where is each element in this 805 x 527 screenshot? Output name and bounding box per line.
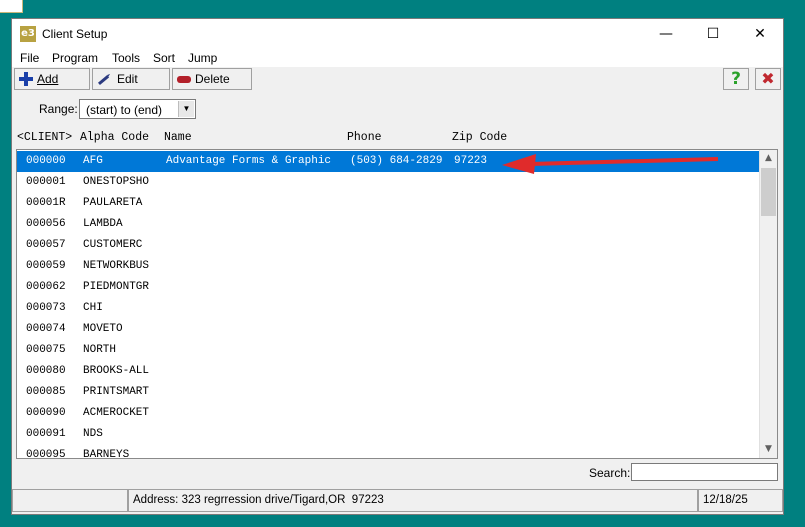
menu-sort[interactable]: Sort — [153, 51, 175, 65]
table-row[interactable]: 000057 CUSTOMERC — [17, 235, 762, 256]
maximize-button[interactable]: ☐ — [690, 19, 736, 49]
row-client: 000080 — [26, 365, 66, 377]
table-row[interactable]: 000059 NETWORKBUS — [17, 256, 762, 277]
desktop-window-corner — [0, 0, 23, 13]
row-zip-code: 97223 — [454, 155, 488, 167]
menu-jump[interactable]: Jump — [188, 51, 217, 65]
plus-icon — [19, 72, 33, 86]
add-button-label: Add — [37, 72, 59, 86]
menu-file[interactable]: File — [20, 51, 39, 65]
status-address: Address: 323 regrression drive/Tigard,OR… — [128, 489, 698, 512]
table-row[interactable]: 000062 PIEDMONTGR — [17, 277, 762, 298]
row-client: 000056 — [26, 218, 66, 230]
row-client: 000000 — [26, 155, 66, 167]
table-row[interactable]: 000080 BROOKS-ALL — [17, 361, 762, 382]
table-row[interactable]: 000001 ONESTOPSHO — [17, 172, 762, 193]
row-client: 000062 — [26, 281, 66, 293]
table-row[interactable]: 000073 CHI — [17, 298, 762, 319]
row-client: 000091 — [26, 428, 66, 440]
column-header-client[interactable]: <CLIENT> — [17, 131, 72, 144]
column-header-phone[interactable]: Phone — [347, 131, 382, 144]
delete-button-label: Delete — [195, 72, 230, 86]
range-value: (start) to (end) — [86, 103, 163, 117]
pencil-icon — [94, 69, 114, 89]
table-row[interactable]: 000075 NORTH — [17, 340, 762, 361]
title-bar[interactable]: e3 Client Setup — ☐ ✕ — [12, 19, 783, 49]
row-client: 000059 — [26, 260, 66, 272]
help-button[interactable]: ? — [723, 68, 749, 90]
table-row[interactable]: 000056 LAMBDA — [17, 214, 762, 235]
column-header-alpha-code[interactable]: Alpha Code — [80, 131, 149, 144]
delete-button[interactable]: Delete — [172, 68, 252, 90]
row-client: 000090 — [26, 407, 66, 419]
minimize-button[interactable]: — — [643, 19, 689, 49]
menu-tools[interactable]: Tools — [112, 51, 140, 65]
row-alpha-code: PIEDMONTGR — [83, 281, 150, 293]
row-alpha-code: BROOKS-ALL — [83, 365, 150, 377]
row-alpha-code: BARNEYS — [83, 449, 130, 459]
table-row[interactable]: 000090 ACMEROCKET — [17, 403, 762, 424]
row-phone: (503) 684-2829 — [350, 155, 443, 167]
table-row[interactable]: 000085 PRINTSMART — [17, 382, 762, 403]
search-label: Search: — [589, 466, 631, 480]
eraser-icon — [177, 72, 191, 86]
row-alpha-code: LAMBDA — [83, 218, 123, 230]
row-alpha-code: NETWORKBUS — [83, 260, 150, 272]
menu-bar: File Program Tools Sort Jump — [12, 49, 783, 67]
row-alpha-code: NORTH — [83, 344, 117, 356]
row-alpha-code: PRINTSMART — [83, 386, 150, 398]
row-client: 00001R — [26, 197, 66, 209]
exit-button[interactable]: ✖ — [755, 68, 781, 90]
scroll-down-icon[interactable]: ▼ — [760, 441, 777, 458]
row-alpha-code: MOVETO — [83, 323, 123, 335]
row-alpha-code: ACMEROCKET — [83, 407, 150, 419]
scroll-up-icon[interactable]: ▲ — [760, 150, 777, 167]
toolbar: Add Edit Delete ? ✖ — [12, 67, 783, 93]
row-alpha-code: NDS — [83, 428, 103, 440]
row-alpha-code: CUSTOMERC — [83, 239, 143, 251]
edit-button-label: Edit — [117, 72, 138, 86]
menu-program[interactable]: Program — [52, 51, 98, 65]
window-title: Client Setup — [42, 27, 108, 41]
row-alpha-code: PAULARETA — [83, 197, 143, 209]
column-header-zip-code[interactable]: Zip Code — [452, 131, 507, 144]
row-alpha-code: CHI — [83, 302, 103, 314]
table-row[interactable]: 00001R PAULARETA — [17, 193, 762, 214]
table-row[interactable]: 000091 NDS — [17, 424, 762, 445]
range-select[interactable]: (start) to (end) ▼ — [79, 99, 196, 119]
row-client: 000057 — [26, 239, 66, 251]
table-row[interactable]: 000074 MOVETO — [17, 319, 762, 340]
row-client: 000073 — [26, 302, 66, 314]
client-list[interactable]: 000000 AFG Advantage Forms & Graphic (503) … — [16, 149, 778, 459]
close-button[interactable]: ✕ — [737, 19, 783, 49]
row-client: 000095 — [26, 449, 66, 459]
client-setup-window: e3 Client Setup — ☐ ✕ File Program Tools… — [11, 18, 784, 515]
row-client: 000075 — [26, 344, 66, 356]
row-alpha-code: AFG — [83, 155, 103, 167]
chevron-down-icon[interactable]: ▼ — [178, 101, 194, 117]
add-button[interactable]: Add — [14, 68, 90, 90]
search-input[interactable] — [631, 463, 778, 481]
range-row: Range: (start) to (end) ▼ — [12, 97, 783, 121]
table-row[interactable]: 000095 BARNEYS — [17, 445, 762, 459]
range-label: Range: — [39, 102, 78, 116]
row-client: 000074 — [26, 323, 66, 335]
row-client: 000001 — [26, 176, 66, 188]
vertical-scrollbar[interactable]: ▲ ▼ — [759, 150, 777, 458]
app-icon: e3 — [20, 26, 36, 42]
status-bar: Address: 323 regrression drive/Tigard,OR… — [12, 489, 783, 513]
row-alpha-code: ONESTOPSHO — [83, 176, 150, 188]
red-arrow-annotation — [502, 154, 719, 174]
row-name: Advantage Forms & Graphic — [166, 155, 332, 167]
column-header-name[interactable]: Name — [164, 131, 192, 144]
edit-button[interactable]: Edit — [92, 68, 170, 90]
row-client: 000085 — [26, 386, 66, 398]
scroll-thumb[interactable] — [761, 168, 776, 216]
status-left — [12, 489, 128, 512]
status-date: 12/18/25 — [698, 489, 783, 512]
